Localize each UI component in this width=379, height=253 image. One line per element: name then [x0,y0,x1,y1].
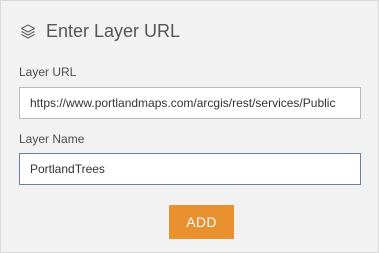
layer-name-input[interactable] [19,153,361,185]
add-layer-panel: Enter Layer URL Layer URL Layer Name ADD [0,0,379,253]
layer-name-label: Layer Name [19,132,85,146]
layer-url-label: Layer URL [19,65,77,79]
dialog-header: Enter Layer URL [19,18,180,44]
layers-icon [19,22,37,40]
layer-url-input[interactable] [19,87,361,119]
dialog-title: Enter Layer URL [46,20,181,41]
add-button[interactable]: ADD [169,205,234,239]
